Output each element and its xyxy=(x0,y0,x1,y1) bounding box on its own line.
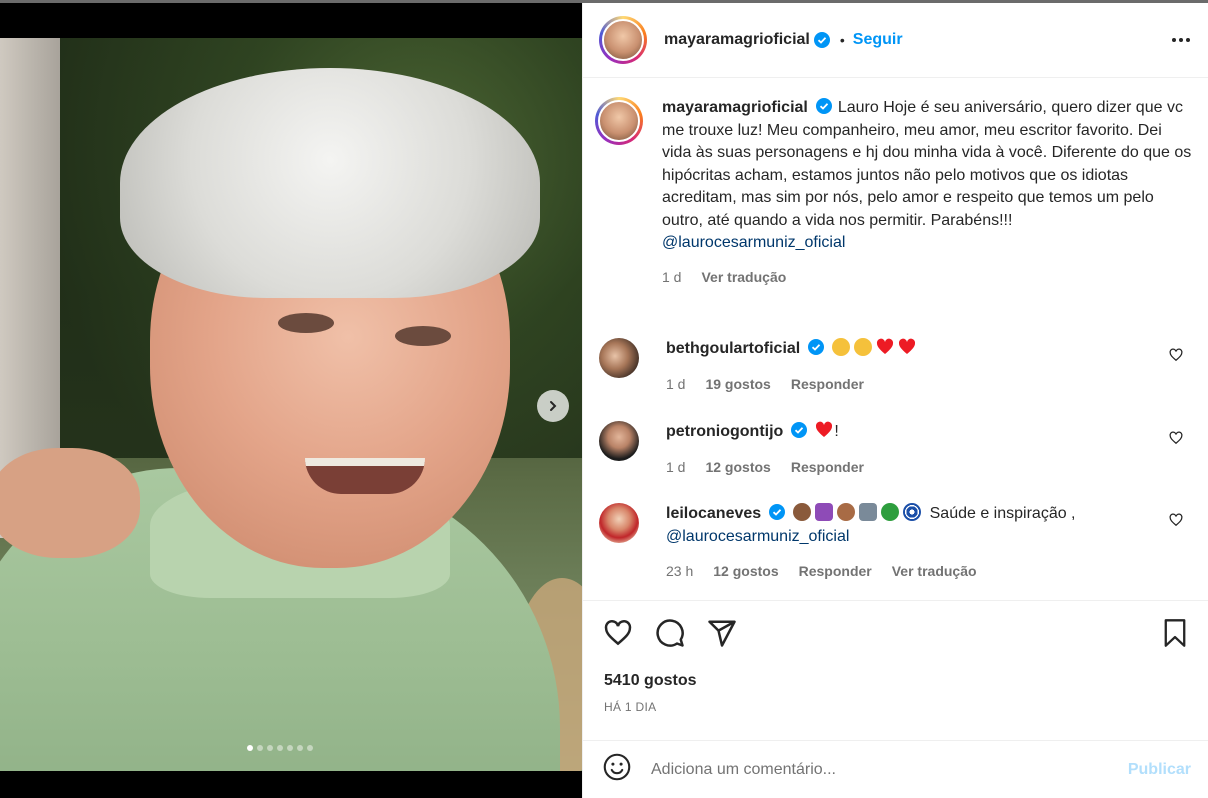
comment-mention-link[interactable]: @laurocesarmuniz_oficial xyxy=(666,528,849,545)
flexed-arm-emoji xyxy=(837,503,856,521)
red-heart-emoji xyxy=(816,421,833,437)
caption-text-block: mayaramagrioficial Lauro Hoje é seu anive… xyxy=(662,97,1193,255)
reply-button[interactable]: Responder xyxy=(799,563,872,579)
commenter-avatar[interactable] xyxy=(599,338,639,378)
red-heart-emoji xyxy=(899,338,916,354)
clapping-hands-emoji xyxy=(854,338,873,356)
comment-row: bethgoulartoficial 1 d 19 gostos Respond… xyxy=(599,338,1193,392)
like-heart-icon[interactable] xyxy=(603,618,633,653)
comment-likes[interactable]: 19 gostos xyxy=(705,376,770,392)
add-comment-bar: Publicar xyxy=(583,740,1208,798)
post-actions-section: 5410 gostos HÁ 1 DIA xyxy=(583,600,1208,740)
post-details-panel: mayaramagrioficial • Seguir mayaramagrio… xyxy=(582,3,1208,798)
carousel-dot xyxy=(247,745,253,751)
post-timestamp[interactable]: HÁ 1 DIA xyxy=(604,700,656,714)
verified-badge-icon xyxy=(769,504,786,520)
commenter-avatar[interactable] xyxy=(599,503,639,543)
comment-time[interactable]: 1 d xyxy=(666,376,685,392)
more-options-icon[interactable] xyxy=(1172,38,1190,42)
comment-bubble-icon[interactable] xyxy=(655,618,685,653)
like-comment-heart-icon[interactable] xyxy=(1169,348,1183,362)
emoji-smiley-icon[interactable] xyxy=(603,753,631,786)
comments-list: mayaramagrioficial Lauro Hoje é seu anive… xyxy=(583,79,1208,599)
author-avatar[interactable] xyxy=(599,16,647,64)
caption-mention-link[interactable]: @laurocesarmuniz_oficial xyxy=(662,234,845,251)
like-comment-heart-icon[interactable] xyxy=(1169,513,1183,527)
likes-count[interactable]: 5410 gostos xyxy=(604,672,696,690)
comment-likes[interactable]: 12 gostos xyxy=(713,563,778,579)
carousel-dot xyxy=(307,745,313,751)
commenter-avatar[interactable] xyxy=(599,421,639,461)
reply-button[interactable]: Responder xyxy=(791,376,864,392)
comment-row: petroniogontijo! 1 d 12 gostos Responder xyxy=(599,421,1193,475)
chevron-right-icon xyxy=(550,401,557,411)
post-header: mayaramagrioficial • Seguir xyxy=(583,3,1208,78)
reply-button[interactable]: Responder xyxy=(791,459,864,475)
verified-badge-icon xyxy=(813,32,830,48)
caption-text: Lauro Hoje é seu aniversário, quero dize… xyxy=(662,99,1192,229)
carousel-dot xyxy=(257,745,263,751)
comment-username[interactable]: petroniogontijo xyxy=(666,423,783,440)
comment-time[interactable]: 1 d xyxy=(666,459,685,475)
author-username[interactable]: mayaramagrioficial xyxy=(664,31,810,49)
clapping-hands-emoji xyxy=(832,338,851,356)
comment-username[interactable]: bethgoulartoficial xyxy=(666,340,800,357)
translate-button[interactable]: Ver tradução xyxy=(892,563,977,579)
verified-badge-icon xyxy=(808,339,825,355)
caption-author-avatar[interactable] xyxy=(595,97,643,145)
comment-username[interactable]: leilocaneves xyxy=(666,505,761,522)
separator-bullet: • xyxy=(839,32,845,48)
carousel-next-button[interactable] xyxy=(537,390,569,422)
caption-time[interactable]: 1 d xyxy=(662,269,681,285)
comment-input[interactable] xyxy=(651,760,1128,779)
like-comment-heart-icon[interactable] xyxy=(1169,431,1183,445)
capricorn-emoji xyxy=(815,503,834,521)
four-leaf-clover-emoji xyxy=(881,503,900,521)
verified-badge-icon xyxy=(815,98,832,114)
television-emoji xyxy=(859,503,878,521)
carousel-dot xyxy=(297,745,303,751)
comment-text: Saúde e inspiração , xyxy=(929,505,1076,522)
publish-button[interactable]: Publicar xyxy=(1128,761,1191,779)
comment-likes[interactable]: 12 gostos xyxy=(705,459,770,475)
comment-text: ! xyxy=(834,423,839,440)
comment-row: leilocaneves Saúde e inspiração , @lauro… xyxy=(599,503,1193,579)
carousel-indicator xyxy=(247,745,313,751)
carousel-dot xyxy=(277,745,283,751)
nazar-amulet-emoji xyxy=(903,503,922,521)
follow-button[interactable]: Seguir xyxy=(853,31,903,49)
raised-hand-emoji xyxy=(793,503,812,521)
bookmark-save-icon[interactable] xyxy=(1161,618,1189,653)
carousel-dot xyxy=(267,745,273,751)
caption-username[interactable]: mayaramagrioficial xyxy=(662,99,808,116)
red-heart-emoji xyxy=(877,338,894,354)
caption-row: mayaramagrioficial Lauro Hoje é seu anive… xyxy=(595,97,1193,285)
post-photo xyxy=(0,38,582,771)
translate-button[interactable]: Ver tradução xyxy=(701,269,786,285)
comment-time[interactable]: 23 h xyxy=(666,563,693,579)
carousel-dot xyxy=(287,745,293,751)
share-send-icon[interactable] xyxy=(707,618,737,653)
post-media-panel xyxy=(0,3,582,798)
verified-badge-icon xyxy=(791,422,808,438)
